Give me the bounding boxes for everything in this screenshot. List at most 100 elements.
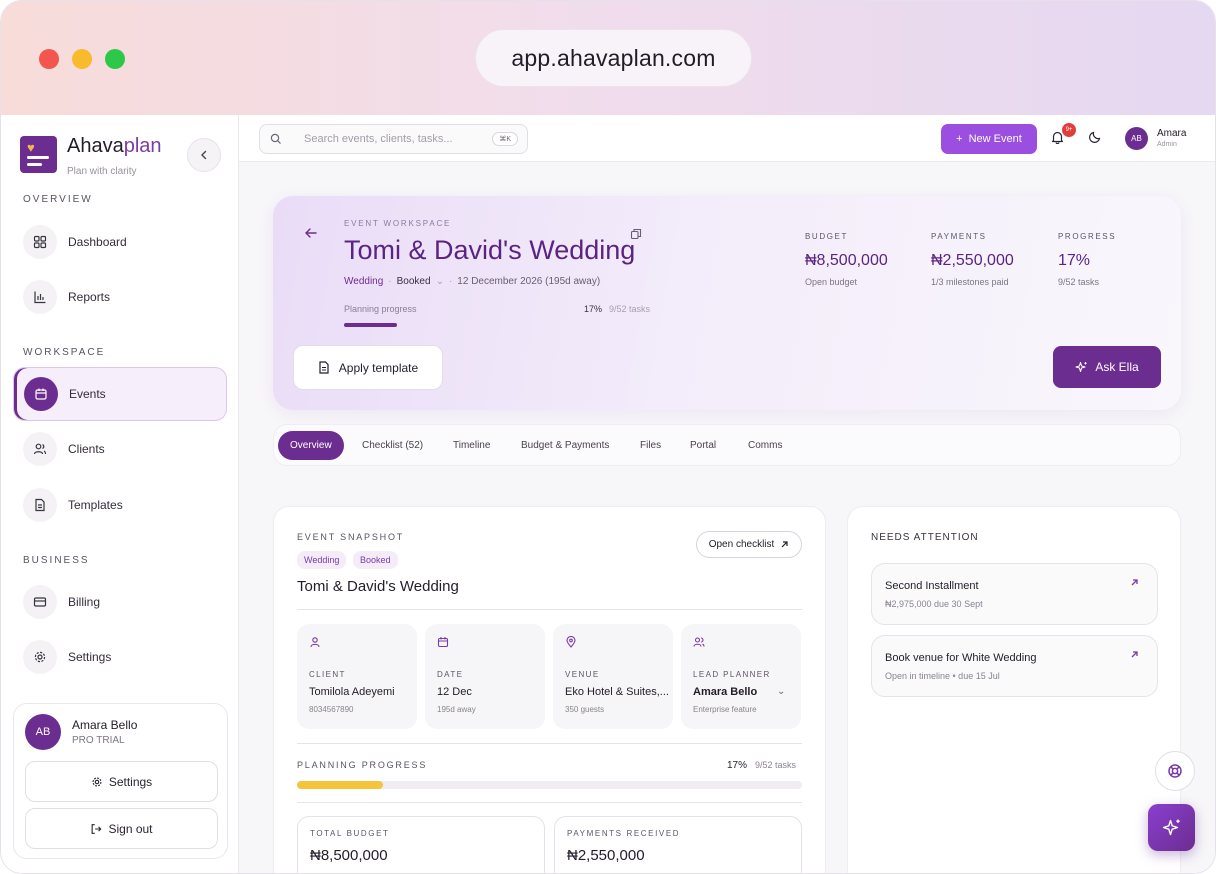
money-value: ₦2,550,000 xyxy=(567,847,645,864)
event-status-select[interactable]: Booked xyxy=(397,276,431,287)
sidebar-item-billing[interactable]: Billing xyxy=(13,575,227,629)
app-window: app.ahavaplan.com ♥ Ahavaplan Plan with … xyxy=(0,0,1216,874)
copy-button[interactable] xyxy=(630,227,642,245)
open-checklist-button[interactable]: Open checklist xyxy=(696,531,802,558)
settings-button[interactable]: Settings xyxy=(25,761,218,802)
new-event-button[interactable]: + New Event xyxy=(941,124,1037,154)
section-label-overview: OVERVIEW xyxy=(23,194,93,205)
needs-attention-card: NEEDS ATTENTION Second Installment ₦2,97… xyxy=(847,506,1181,873)
attention-item[interactable]: Book venue for White Wedding Open in tim… xyxy=(871,635,1158,697)
tab-checklist[interactable]: Checklist (52) xyxy=(350,431,435,460)
attention-title: Book venue for White Wedding xyxy=(885,652,1037,664)
lead-planner-tile: LEAD PLANNER Amara Bello ⌄ Enterprise fe… xyxy=(681,624,801,729)
search-input[interactable]: Search events, clients, tasks... ⌘K xyxy=(259,124,528,154)
planning-progress-track xyxy=(297,781,802,789)
moon-icon xyxy=(1089,131,1101,143)
sidebar-item-events[interactable]: Events xyxy=(13,367,227,421)
apply-template-label: Apply template xyxy=(338,360,419,375)
theme-toggle-button[interactable] xyxy=(1089,130,1102,148)
sidebar-item-label: Dashboard xyxy=(68,235,127,249)
money-label: PAYMENTS RECEIVED xyxy=(567,829,681,838)
tab-files[interactable]: Files xyxy=(628,431,673,460)
stat-label: PROGRESS xyxy=(1058,232,1117,241)
notification-count-badge: 9+ xyxy=(1062,123,1076,137)
lead-planner-select[interactable]: Amara Bello xyxy=(693,686,757,698)
apply-template-button[interactable]: Apply template xyxy=(293,345,443,390)
section-label-workspace: WORKSPACE xyxy=(23,347,106,358)
tab-budget-payments[interactable]: Budget & Payments xyxy=(509,431,621,460)
date-tile: DATE 12 Dec 195d away xyxy=(425,624,545,729)
sign-out-button[interactable]: Sign out xyxy=(25,808,218,849)
sidebar: ♥ Ahavaplan Plan with clarity OVERVIEW D… xyxy=(1,115,239,873)
tab-overview[interactable]: Overview xyxy=(278,431,344,460)
ask-ella-button[interactable]: Ask Ella xyxy=(1053,346,1161,388)
back-button[interactable] xyxy=(304,226,318,245)
attention-item[interactable]: Second Installment ₦2,975,000 due 30 Sep… xyxy=(871,563,1158,625)
status-chip: Booked xyxy=(353,551,398,569)
sidebar-item-dashboard[interactable]: Dashboard xyxy=(13,215,227,269)
event-date: 12 December 2026 (195d away) xyxy=(457,276,601,287)
tile-label: VENUE xyxy=(565,670,600,679)
tile-label: CLIENT xyxy=(309,670,346,679)
total-budget-card: TOTAL BUDGET ₦8,500,000 xyxy=(297,816,545,873)
chevron-down-icon[interactable]: ⌄ xyxy=(777,686,785,697)
arrow-up-right-icon xyxy=(781,541,788,548)
sidebar-item-reports[interactable]: Reports xyxy=(13,270,227,324)
avatar[interactable]: AB xyxy=(25,714,61,750)
calendar-icon xyxy=(437,637,449,648)
planning-progress-label: Planning progress xyxy=(344,304,417,314)
event-header: EVENT WORKSPACE Tomi & David's Wedding W… xyxy=(273,196,1181,410)
money-label: TOTAL BUDGET xyxy=(310,829,390,838)
sidebar-item-templates[interactable]: Templates xyxy=(13,478,227,532)
planning-progress-percent: 17% xyxy=(584,304,603,314)
brand-logo: ♥ xyxy=(20,136,57,173)
divider xyxy=(297,802,802,803)
collapse-sidebar-button[interactable] xyxy=(187,138,221,172)
sidebar-item-settings[interactable]: Settings xyxy=(13,630,227,684)
brand-tagline: Plan with clarity xyxy=(67,166,137,177)
tab-comms[interactable]: Comms xyxy=(736,431,794,460)
help-button[interactable] xyxy=(1155,751,1195,791)
user-plan: PRO TRIAL xyxy=(72,735,125,746)
planning-progress-percent: 17% xyxy=(727,760,748,771)
tab-portal[interactable]: Portal xyxy=(678,431,728,460)
settings-button-label: Settings xyxy=(108,774,153,789)
close-window-button[interactable] xyxy=(39,49,59,69)
bar-chart-icon xyxy=(23,280,57,314)
plus-icon: + xyxy=(956,133,963,145)
avatar[interactable]: AB xyxy=(1125,127,1148,150)
page-title: Tomi & David's Wedding xyxy=(344,235,636,265)
user-card: AB Amara Bello PRO TRIAL Settings Sign o… xyxy=(13,703,228,859)
address-bar[interactable]: app.ahavaplan.com xyxy=(475,29,752,87)
tile-sub: 8034567890 xyxy=(309,705,354,714)
event-snapshot-card: EVENT SNAPSHOT Wedding Booked Tomi & Dav… xyxy=(273,506,826,873)
maximize-window-button[interactable] xyxy=(105,49,125,69)
person-icon xyxy=(310,637,320,648)
tile-sub: 195d away xyxy=(437,705,476,714)
tab-timeline[interactable]: Timeline xyxy=(441,431,502,460)
brand-name: Ahavaplan xyxy=(67,135,162,157)
sidebar-item-label: Clients xyxy=(68,442,105,456)
heart-icon: ♥ xyxy=(27,140,35,155)
sidebar-item-label: Settings xyxy=(68,650,112,664)
minimize-window-button[interactable] xyxy=(72,49,92,69)
client-tile: CLIENT Tomilola Adeyemi 8034567890 xyxy=(297,624,417,729)
ella-assistant-button[interactable] xyxy=(1148,804,1195,851)
browser-chrome: app.ahavaplan.com xyxy=(1,1,1215,115)
planning-progress-tasks: 9/52 tasks xyxy=(755,760,797,770)
sidebar-item-label: Billing xyxy=(68,595,101,609)
document-icon xyxy=(319,361,329,374)
gear-icon xyxy=(23,640,57,674)
stat-label: BUDGET xyxy=(805,232,848,241)
document-icon xyxy=(23,488,57,522)
event-type: Wedding xyxy=(344,276,384,287)
stat-value: ₦2,550,000 xyxy=(931,252,1014,269)
tile-value: Tomilola Adeyemi xyxy=(309,686,395,698)
sign-out-button-label: Sign out xyxy=(108,821,153,836)
planning-progress-label: PLANNING PROGRESS xyxy=(297,760,428,770)
credit-card-icon xyxy=(23,585,57,619)
section-label-business: BUSINESS xyxy=(23,555,90,566)
chevron-down-icon: ⌄ xyxy=(435,276,444,287)
sidebar-item-clients[interactable]: Clients xyxy=(13,422,227,476)
tile-sub: Enterprise feature xyxy=(693,705,757,714)
